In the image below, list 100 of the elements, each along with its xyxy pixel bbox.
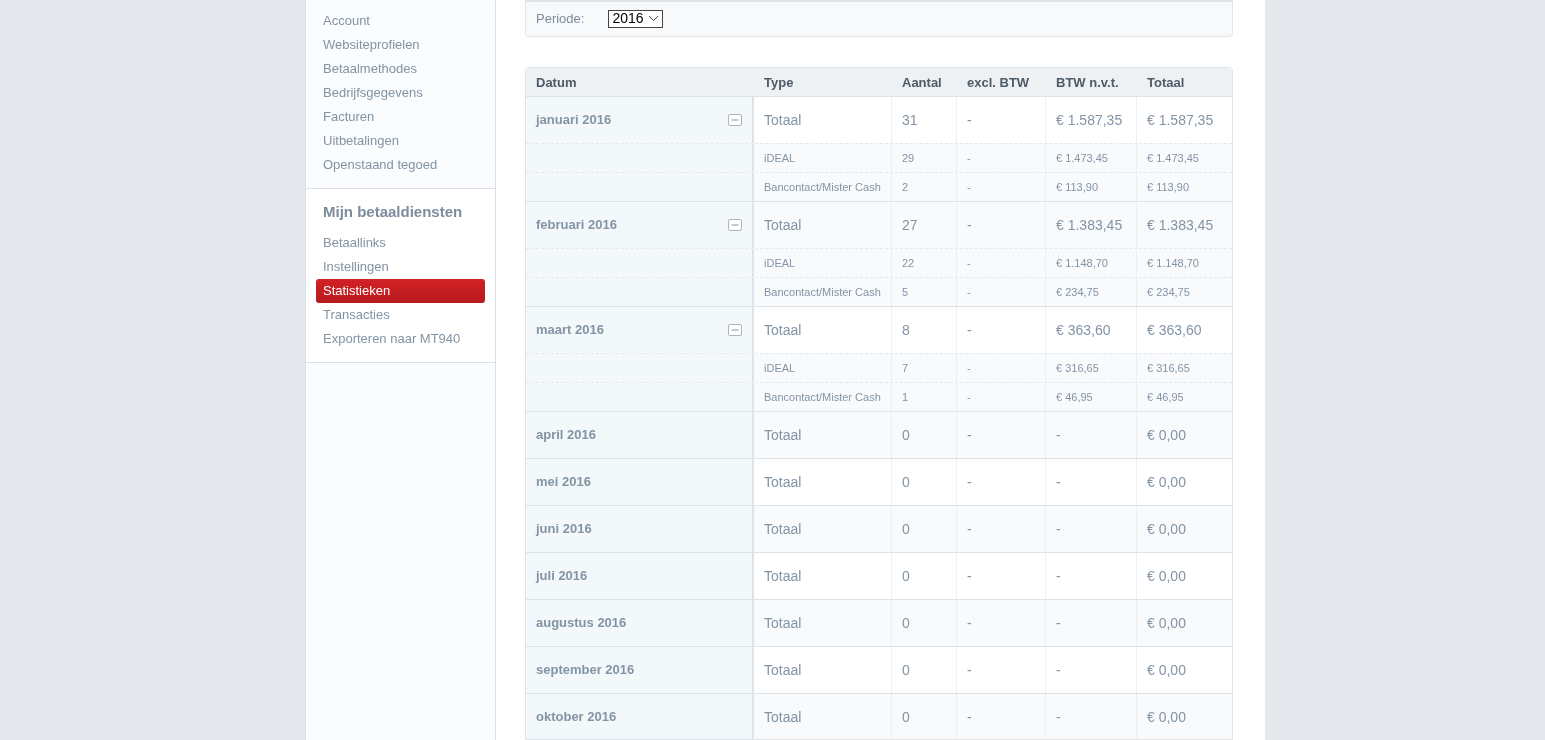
table-cell-text: € 113,90 <box>1146 179 1190 195</box>
table-cell-text: € 0,00 <box>1146 566 1187 586</box>
sidebar-item[interactable]: Facturen <box>316 105 485 129</box>
table-cell: 0 <box>892 599 957 646</box>
table-cell-text: € 0,00 <box>1146 660 1187 680</box>
table-cell-text: € 0,00 <box>1146 425 1187 445</box>
column-header: Totaal <box>1146 73 1186 92</box>
table-cell: 7 <box>892 353 957 382</box>
table-cell: - <box>957 248 1046 277</box>
table-cell: - <box>957 201 1046 248</box>
table-cell: 2 <box>892 172 957 201</box>
table-cell: - <box>1046 599 1137 646</box>
table-cell-text: € 0,00 <box>1146 707 1187 727</box>
sidebar-item[interactable]: Uitbetalingen <box>316 129 485 153</box>
month-cell-text: april 2016 <box>536 426 596 445</box>
table-cell-text: € 0,00 <box>1146 472 1187 492</box>
sidebar-item[interactable]: Bedrijfsgegevens <box>316 81 485 105</box>
month-cell-text: juni 2016 <box>536 520 592 539</box>
table-cell: - <box>957 96 1046 143</box>
table-cell: Totaal <box>754 96 892 143</box>
table-cell: € 316,65 <box>1046 353 1137 382</box>
sidebar-item[interactable]: Betaallinks <box>316 230 485 255</box>
table-cell: € 234,75 <box>1046 277 1137 306</box>
table-cell: Totaal <box>754 599 892 646</box>
chevron-down-icon <box>647 15 659 23</box>
table-cell: - <box>1046 646 1137 693</box>
table-cell: € 1.148,70 <box>1046 248 1137 277</box>
table-cell: - <box>957 306 1046 353</box>
table-cell: Totaal <box>754 306 892 353</box>
table-cell: € 1.473,45 <box>1046 143 1137 172</box>
month-cell-text: mei 2016 <box>536 473 591 492</box>
table-cell-text: € 1.148,70 <box>1146 255 1200 271</box>
table-cell: 29 <box>892 143 957 172</box>
section-title: Mijn betaaldiensten <box>322 202 464 222</box>
table-cell: - <box>957 505 1046 552</box>
month-cell-text: september 2016 <box>536 661 635 680</box>
column-header: Type <box>763 73 795 92</box>
table-cell: - <box>957 693 1046 739</box>
table-cell: 0 <box>892 693 957 739</box>
sidebar-item[interactable]: Instellingen <box>316 254 485 279</box>
sidebar-item[interactable]: Statistieken <box>316 278 485 303</box>
table-cell-text: € 0,00 <box>1146 519 1187 539</box>
sidebar-item[interactable]: Transacties <box>316 302 485 327</box>
table-cell: Totaal <box>754 201 892 248</box>
collapse-icon[interactable] <box>728 113 742 126</box>
sidebar-item[interactable]: Exporteren naar MT940 <box>316 326 485 351</box>
table-cell: - <box>957 552 1046 599</box>
month-cell-text: maart 2016 <box>536 321 604 340</box>
table-cell: € 363,60 <box>1046 306 1137 353</box>
filter-label: Periode: <box>536 10 585 29</box>
month-cell-text: oktober 2016 <box>536 708 617 727</box>
table-cell: 31 <box>892 96 957 143</box>
table-cell: - <box>1046 552 1137 599</box>
table-cell: 0 <box>892 505 957 552</box>
sidebar-item[interactable]: Betaalmethodes <box>316 57 485 81</box>
table-cell: - <box>957 646 1046 693</box>
table-cell: Totaal <box>754 693 892 739</box>
column-header: Datum <box>535 73 578 92</box>
table-cell: € 1.587,35 <box>1046 96 1137 143</box>
collapse-icon[interactable] <box>728 218 742 231</box>
table-cell: Bancontact/Mister Cash <box>754 277 892 306</box>
table-cell: - <box>957 382 1046 411</box>
table-cell: € 46,95 <box>1046 382 1137 411</box>
collapse-icon[interactable] <box>728 323 742 336</box>
table-cell: - <box>957 458 1046 505</box>
table-cell-text: € 1.383,45 <box>1146 215 1215 235</box>
table-cell-text: € 1.587,35 <box>1146 110 1215 130</box>
table-cell: 8 <box>892 306 957 353</box>
month-cell-text: juli 2016 <box>536 567 588 586</box>
table-cell-text: € 234,75 <box>1146 284 1191 300</box>
month-cell-text: augustus 2016 <box>536 614 627 633</box>
table-cell: iDEAL <box>754 353 892 382</box>
table-cell: iDEAL <box>754 248 892 277</box>
column-header: BTW n.v.t. <box>1055 73 1120 92</box>
table-cell: - <box>957 277 1046 306</box>
sidebar-item[interactable]: Account <box>316 9 485 33</box>
table-cell: Totaal <box>754 505 892 552</box>
table-cell: 27 <box>892 201 957 248</box>
table-cell: - <box>957 172 1046 201</box>
table-cell: 0 <box>892 552 957 599</box>
table-cell: - <box>957 599 1046 646</box>
table-cell-text: € 316,65 <box>1146 360 1191 376</box>
table-cell: 22 <box>892 248 957 277</box>
table-cell: 0 <box>892 646 957 693</box>
table-cell-text: € 363,60 <box>1146 320 1203 340</box>
table-cell-text: € 46,95 <box>1146 389 1185 405</box>
table-cell: - <box>957 353 1046 382</box>
sidebar-item[interactable]: Openstaand tegoed <box>316 153 485 177</box>
table-cell: Totaal <box>754 552 892 599</box>
table-cell: - <box>1046 693 1137 739</box>
table-cell: 0 <box>892 411 957 458</box>
table-cell-text: € 0,00 <box>1146 613 1187 633</box>
month-cell-text: januari 2016 <box>536 111 612 130</box>
table-cell: - <box>1046 505 1137 552</box>
sidebar-item[interactable]: Websiteprofielen <box>316 33 485 57</box>
table-cell: € 1.383,45 <box>1046 201 1137 248</box>
table-cell: 1 <box>892 382 957 411</box>
table-cell: Bancontact/Mister Cash <box>754 172 892 201</box>
table-cell: iDEAL <box>754 143 892 172</box>
year-select[interactable]: 2016 <box>608 9 663 28</box>
